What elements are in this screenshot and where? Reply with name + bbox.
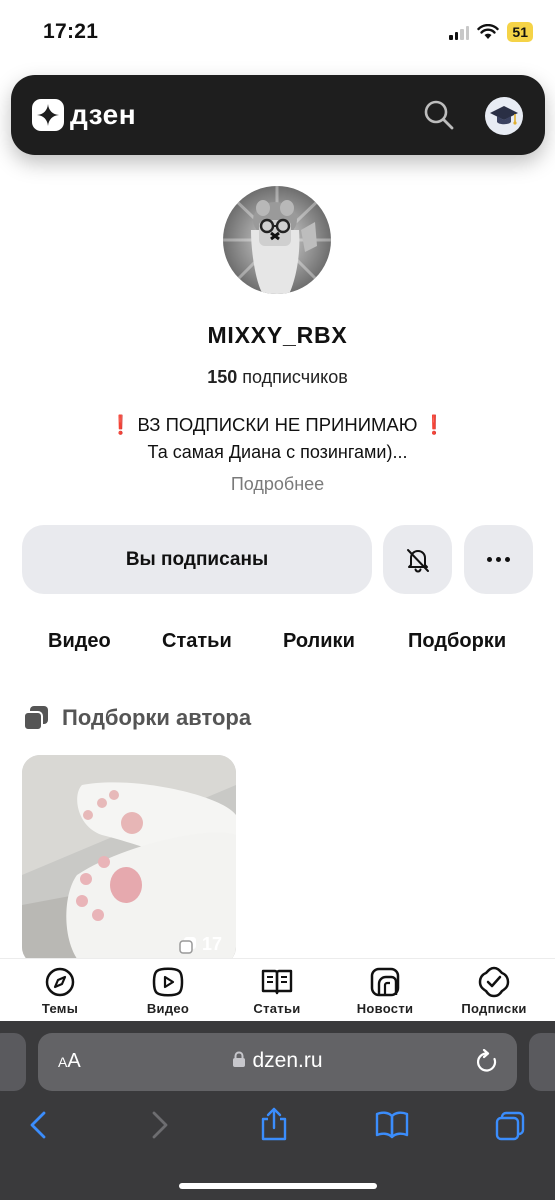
- more-link[interactable]: Подробнее: [0, 474, 555, 495]
- news-icon: [370, 967, 400, 997]
- nav-subscriptions[interactable]: Подписки: [449, 965, 539, 1016]
- previous-tab-preview[interactable]: [0, 1033, 26, 1091]
- url-display: dzen.ru: [38, 1049, 517, 1073]
- content-tabs: Видео Статьи Ролики Подборки: [0, 630, 555, 660]
- chevron-right-icon: [152, 1111, 168, 1139]
- dzen-logo[interactable]: дзен: [32, 99, 136, 131]
- tab-articles[interactable]: Статьи: [162, 630, 232, 653]
- lock-icon: [233, 1051, 246, 1067]
- status-bar: 17:21 51: [0, 0, 555, 66]
- home-indicator: [179, 1183, 377, 1189]
- collections-title: Подборки автора: [62, 705, 252, 730]
- collections-header: Подборки автора: [22, 704, 251, 732]
- nav-subscriptions-label: Подписки: [461, 1001, 527, 1016]
- tab-shorts[interactable]: Ролики: [283, 630, 355, 653]
- bio-line-1-text: ВЗ ПОДПИСКИ НЕ ПРИНИМАЮ: [137, 414, 418, 435]
- stack-icon: [179, 936, 196, 954]
- battery-indicator: 51: [507, 22, 533, 42]
- profile-name: MIXXY_RBX: [207, 322, 348, 348]
- forward-button[interactable]: [146, 1110, 172, 1145]
- collections-icon: [23, 706, 48, 731]
- tab-collections[interactable]: Подборки: [408, 630, 506, 653]
- video-play-icon: [152, 967, 184, 997]
- nav-news[interactable]: Новости: [340, 965, 430, 1016]
- bottom-navigation: Темы Видео Статьи Новости Подписки: [0, 958, 555, 1022]
- browser-address-area: AA dzen.ru: [0, 1021, 555, 1096]
- notifications-button[interactable]: [383, 525, 452, 594]
- search-button[interactable]: [423, 99, 455, 131]
- tabs-button[interactable]: [494, 1110, 526, 1147]
- top-header: дзен: [11, 75, 545, 155]
- collection-count: 17: [178, 934, 222, 955]
- back-button[interactable]: [26, 1110, 52, 1145]
- nav-news-label: Новости: [356, 1001, 414, 1016]
- url-text: dzen.ru: [252, 1049, 323, 1072]
- chevron-left-icon: [30, 1111, 46, 1139]
- collection-card[interactable]: 17: [22, 755, 236, 965]
- bio-line-2: Та самая Диана с позингами)...: [147, 442, 408, 462]
- reload-button[interactable]: [475, 1048, 499, 1080]
- subscribers-count: 150 подписчиков: [0, 367, 555, 388]
- dzen-star-icon: [32, 99, 64, 131]
- compass-icon: [45, 967, 75, 997]
- subscriptions-icon: [478, 966, 510, 998]
- nav-topics-label: Темы: [41, 1001, 79, 1016]
- tabs-icon: [495, 1111, 525, 1141]
- tab-video[interactable]: Видео: [48, 630, 111, 653]
- address-bar[interactable]: AA dzen.ru: [38, 1033, 517, 1091]
- graduation-cap-icon: [490, 106, 518, 125]
- profile-avatar: [223, 186, 331, 294]
- next-tab-preview[interactable]: [529, 1033, 555, 1091]
- bell-off-icon: [406, 548, 429, 573]
- book-open-icon: [375, 1111, 409, 1139]
- nav-video[interactable]: Видео: [123, 965, 213, 1016]
- status-time: 17:21: [43, 20, 99, 43]
- exclamation-icon: ❗: [109, 414, 133, 435]
- book-icon: [261, 969, 293, 995]
- nav-articles[interactable]: Статьи: [232, 965, 322, 1016]
- logo-text: дзен: [70, 99, 137, 130]
- subscribers-label: подписчиков: [242, 367, 348, 387]
- collection-count-value: 17: [201, 934, 222, 954]
- bookmarks-button[interactable]: [374, 1110, 410, 1145]
- nav-topics[interactable]: Темы: [15, 965, 105, 1016]
- share-icon: [261, 1107, 287, 1141]
- more-options-button[interactable]: [464, 525, 533, 594]
- nav-articles-label: Статьи: [253, 1001, 301, 1016]
- wifi-icon: [477, 24, 500, 39]
- bio-line-1: ❗ ВЗ ПОДПИСКИ НЕ ПРИНИМАЮ ❗: [0, 414, 555, 436]
- reload-icon: [476, 1048, 497, 1072]
- more-dots-icon: [487, 557, 510, 562]
- subscribed-button[interactable]: Вы подписаны: [22, 525, 372, 594]
- search-icon: [424, 100, 454, 130]
- cellular-signal-icon: [449, 25, 470, 40]
- subscribers-number: 150: [207, 367, 238, 387]
- status-icons: 51: [449, 22, 533, 42]
- share-button[interactable]: [259, 1106, 289, 1147]
- user-avatar[interactable]: [485, 97, 523, 135]
- exclamation-icon: ❗: [422, 414, 446, 435]
- nav-video-label: Видео: [146, 1001, 190, 1016]
